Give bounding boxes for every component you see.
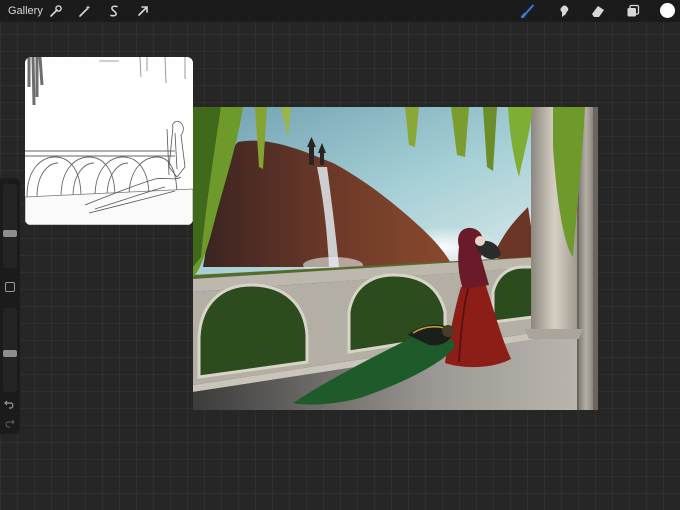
undo-button[interactable] [4, 399, 15, 412]
top-toolbar: Gallery [0, 0, 680, 22]
magic-wand-icon [79, 5, 91, 17]
reference-window[interactable] [25, 57, 193, 225]
transform-arrow-icon [138, 6, 148, 16]
adjustments-button[interactable] [77, 3, 93, 19]
layers-icon [627, 4, 640, 17]
reference-drag-handle[interactable] [99, 60, 119, 62]
transform-button[interactable] [135, 3, 151, 19]
left-sidebar [0, 178, 20, 434]
redo-icon [5, 419, 15, 428]
eraser-tool-button[interactable] [590, 3, 606, 19]
undo-icon [4, 400, 14, 409]
modify-button[interactable] [5, 282, 15, 292]
gallery-button[interactable]: Gallery [8, 5, 43, 17]
brush-size-thumb[interactable] [3, 230, 17, 237]
brush-tool-button[interactable] [520, 3, 536, 19]
reference-sketch [25, 57, 193, 225]
layers-button[interactable] [625, 3, 641, 19]
smudge-icon [560, 5, 569, 17]
eraser-icon [592, 6, 604, 17]
drawing-canvas[interactable] [193, 107, 598, 410]
sketch-ivy [27, 57, 186, 106]
selection-button[interactable] [106, 3, 122, 19]
brush-icon [521, 4, 534, 18]
opacity-slider[interactable] [3, 308, 17, 392]
redo-button[interactable] [4, 418, 15, 431]
actions-button[interactable] [48, 3, 64, 19]
color-picker-button[interactable] [660, 3, 675, 18]
selection-icon [110, 5, 118, 17]
wrench-icon [50, 5, 62, 17]
artwork [193, 107, 598, 410]
brush-size-slider[interactable] [3, 184, 17, 268]
opacity-thumb[interactable] [3, 350, 17, 357]
smudge-tool-button[interactable] [556, 3, 572, 19]
